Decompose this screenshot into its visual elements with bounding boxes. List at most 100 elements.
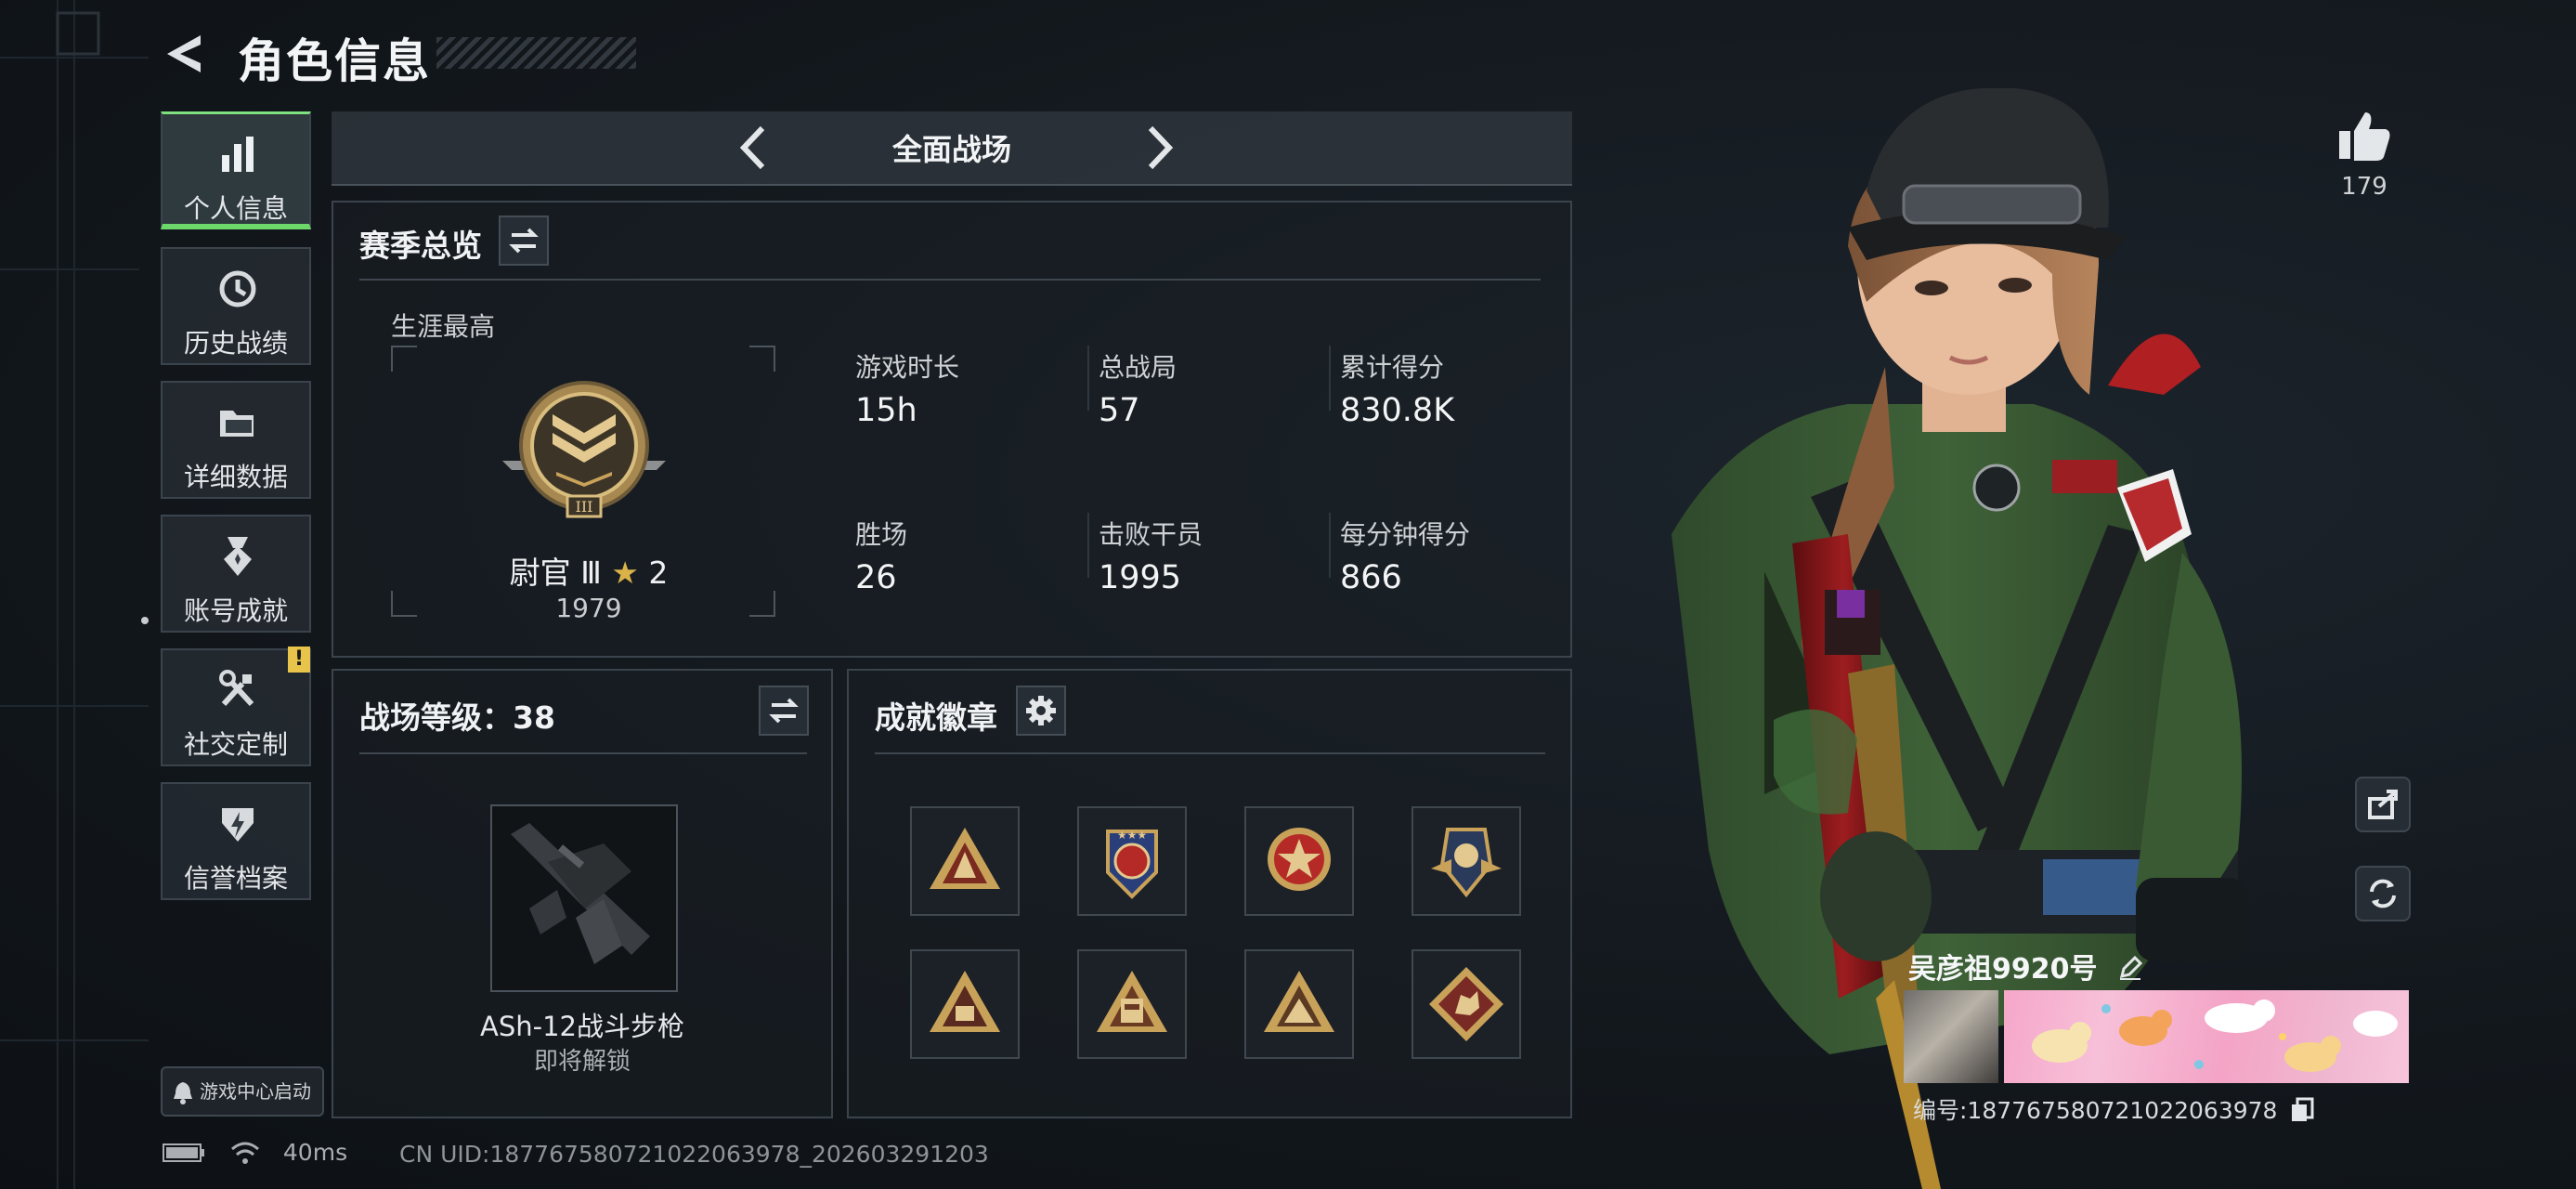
tools-icon [219, 670, 254, 707]
weapon-unlock-preview[interactable] [490, 804, 678, 992]
achievements-settings-button[interactable] [1016, 686, 1066, 736]
medal-icon [224, 537, 252, 576]
edit-pencil-icon[interactable] [2116, 954, 2144, 982]
achievement-badge[interactable] [1412, 949, 1521, 1059]
stat-label-kills: 击败干员 [1099, 519, 1203, 550]
shield-bolt-icon [222, 808, 254, 842]
player-name: 吴彦祖9920号 [1908, 946, 2144, 986]
career-high-label: 生涯最高 [391, 311, 496, 342]
stat-value-playtime: 15h [855, 392, 917, 429]
bar-chart-icon [222, 137, 254, 172]
achievement-badge[interactable] [910, 806, 1020, 916]
swap-icon [769, 698, 799, 724]
column-separator [1087, 346, 1089, 411]
achievement-badge[interactable] [1244, 806, 1354, 916]
rifle-icon [511, 823, 650, 964]
gear-icon [1026, 696, 1056, 725]
rank-stars: 2 [648, 555, 669, 591]
season-swap-button[interactable] [499, 216, 549, 266]
launch-label: 游戏中心启动 [200, 1080, 311, 1103]
column-separator [1087, 513, 1089, 578]
achievement-badges-panel: 成就徽章 ★★★ [847, 669, 1572, 1118]
frame-corner [391, 591, 417, 617]
achievements-title: 成就徽章 [875, 699, 997, 736]
refresh-icon [2370, 879, 2396, 908]
frame-corner [391, 346, 417, 372]
name-card-banner[interactable] [2004, 990, 2409, 1083]
triangle-badge-icon [1097, 971, 1167, 1032]
beast-diamond-badge-icon [1429, 967, 1503, 1041]
column-separator [1329, 346, 1331, 411]
wifi-icon [230, 1142, 259, 1164]
game-center-launch-button[interactable]: 游戏中心启动 [161, 1066, 324, 1117]
cn-uid: CN UID:18776758072102206397​8_2026032912… [399, 1141, 989, 1168]
bell-icon [174, 1082, 192, 1104]
achievement-badge[interactable] [1077, 949, 1187, 1059]
status-bar: 40ms [163, 1139, 347, 1166]
stat-label-wins: 胜场 [855, 519, 908, 550]
stat-label-total-score: 累计得分 [1340, 352, 1445, 383]
stat-label-playtime: 游戏时长 [855, 352, 960, 383]
column-separator [1329, 513, 1331, 578]
share-button[interactable] [2355, 777, 2411, 832]
rank-score: 1979 [555, 593, 622, 623]
player-uid-text: 编号:18776758072102206397​8 [1913, 1097, 2278, 1124]
season-overview-panel: 赛季总览 生涯最高 III 尉官 Ⅲ ★ 2 1979 游戏时长 15h 总战局… [332, 201, 1572, 658]
sidebar-item-achievements[interactable]: 账号成就 [161, 515, 311, 633]
refresh-button[interactable] [2355, 866, 2411, 921]
title-decoration [436, 37, 636, 69]
sidebar-item-credit[interactable]: 信誉档案 [161, 782, 311, 900]
stat-value-wins: 26 [855, 559, 897, 596]
alert-badge: ! [288, 647, 310, 673]
sidebar-item-detail-data[interactable]: 详细数据 [161, 381, 311, 499]
frame-corner [749, 346, 775, 372]
sidebar-item-personal-info[interactable]: 个人信息 [161, 111, 311, 229]
avatar[interactable] [1904, 990, 1998, 1083]
triangle-badge-icon [930, 828, 1000, 889]
rank-label: 尉官 Ⅲ ★ 2 [454, 548, 723, 593]
sidebar-item-label: 信誉档案 [183, 863, 288, 894]
rank-emblem-icon: III [502, 381, 666, 518]
sidebar-item-label: 历史战绩 [183, 328, 288, 359]
sidebar-item-label: 账号成就 [183, 595, 288, 626]
rank-name: 尉官 Ⅲ [509, 555, 602, 591]
achievement-badge[interactable] [910, 949, 1020, 1059]
share-icon [2368, 790, 2398, 819]
achievement-badge[interactable] [1244, 949, 1354, 1059]
sidebar-item-history[interactable]: 历史战绩 [161, 247, 311, 365]
divider [359, 279, 1541, 281]
star-icon: ★ [611, 555, 639, 591]
stat-value-kills: 1995 [1099, 559, 1182, 596]
back-arrow-icon[interactable] [160, 30, 208, 78]
chevron-right-icon[interactable] [1130, 121, 1184, 175]
folder-icon [220, 411, 254, 437]
player-uid: 编号:18776758072102206397​8 [1913, 1092, 2314, 1126]
wings-badge-icon [1431, 828, 1502, 898]
like-count: 179 [2341, 173, 2387, 201]
mode-label: 全面战场 [891, 132, 1011, 167]
stat-value-total-score: 830.8K [1340, 392, 1455, 429]
player-name-text: 吴彦祖9920号 [1908, 953, 2098, 986]
ping-value: 40ms [282, 1139, 348, 1166]
battle-level-title: 战场等级：38 [359, 699, 555, 736]
mode-selector: 全面战场 [332, 111, 1572, 186]
battle-level-swap-button[interactable] [759, 686, 809, 736]
thumbs-up-icon[interactable] [2335, 107, 2393, 164]
svg-text:★★★: ★★★ [1117, 829, 1147, 842]
divider [359, 752, 807, 754]
svg-text:III: III [576, 498, 593, 516]
battery-icon [163, 1143, 204, 1162]
triangle-badge-icon [930, 971, 1000, 1032]
red-star-badge-icon [1268, 828, 1331, 891]
page-title: 角色信息 [238, 34, 431, 88]
history-clock-icon [219, 270, 256, 307]
achievement-badge[interactable] [1412, 806, 1521, 916]
stat-label-score-per-min: 每分钟得分 [1340, 519, 1471, 550]
star-crest-badge-icon: ★★★ [1106, 829, 1158, 899]
weapon-status: 即将解锁 [533, 1048, 631, 1076]
copy-icon[interactable] [2290, 1097, 2314, 1123]
achievement-badge[interactable]: ★★★ [1077, 806, 1187, 916]
triangle-badge-icon [1264, 971, 1334, 1032]
stat-value-matches: 57 [1099, 392, 1140, 429]
sidebar-item-label: 社交定制 [183, 729, 288, 760]
